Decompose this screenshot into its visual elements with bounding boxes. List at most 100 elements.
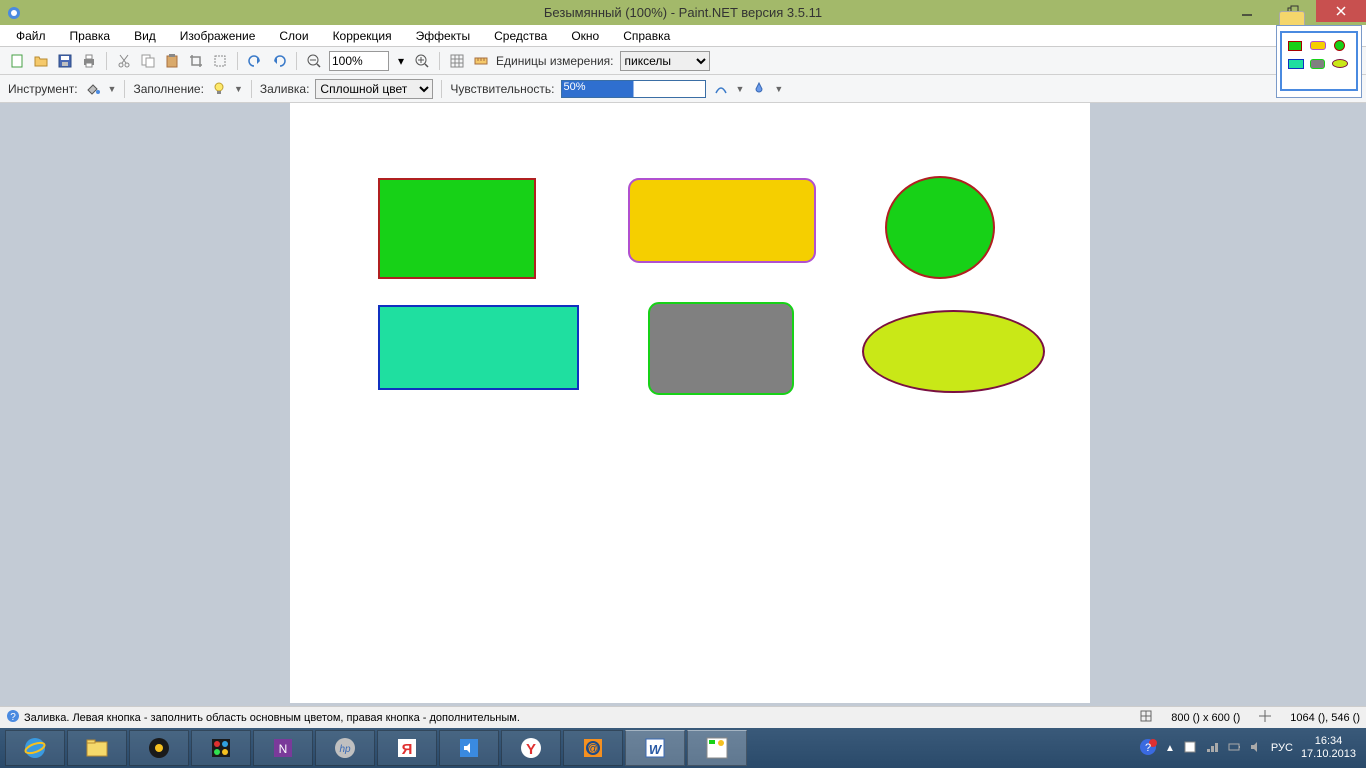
help-tray-icon[interactable]: ? [1139, 738, 1157, 759]
toolbar-separator [106, 52, 107, 70]
dims-icon [1139, 709, 1153, 726]
menu-tools[interactable]: Средства [484, 26, 557, 46]
volume-icon[interactable] [1249, 740, 1263, 757]
tolerance-slider[interactable]: 50% [561, 80, 706, 98]
svg-text:hp: hp [339, 744, 351, 755]
task-onenote[interactable]: N [253, 730, 313, 766]
svg-text:?: ? [10, 712, 16, 723]
sampling-dropdown-icon[interactable]: ▼ [234, 84, 243, 94]
tray-clock[interactable]: 16:34 17.10.2013 [1301, 735, 1356, 761]
tool-dropdown-icon[interactable]: ▼ [108, 84, 117, 94]
flag-icon[interactable] [1183, 740, 1197, 757]
toolbar-separator [441, 80, 442, 98]
menu-file[interactable]: Файл [6, 26, 56, 46]
print-icon[interactable] [80, 52, 98, 70]
deselect-icon[interactable] [211, 52, 229, 70]
copy-icon[interactable] [139, 52, 157, 70]
menu-layers[interactable]: Слои [269, 26, 318, 46]
sampling-label: Заполнение: [133, 82, 203, 96]
open-icon[interactable] [32, 52, 50, 70]
tray-date: 17.10.2013 [1301, 748, 1356, 761]
task-mail[interactable]: @ [563, 730, 623, 766]
layers-panel[interactable] [1276, 25, 1362, 98]
toolbar-separator [124, 80, 125, 98]
task-yandex-browser[interactable]: Y [501, 730, 561, 766]
fill-label: Заливка: [260, 82, 310, 96]
main-toolbar: ▾ Единицы измерения: пикселы [0, 47, 1366, 75]
task-hp[interactable]: hp [315, 730, 375, 766]
minimize-button[interactable] [1224, 0, 1270, 22]
layer-thumbnail[interactable] [1280, 31, 1358, 91]
units-select[interactable]: пикселы [620, 51, 710, 71]
svg-text:?: ? [1145, 742, 1151, 754]
help-icon: ? [6, 709, 20, 726]
window-title: Безымянный (100%) - Paint.NET версия 3.5… [544, 5, 822, 20]
zoom-out-icon[interactable] [305, 52, 323, 70]
ruler-icon[interactable] [472, 52, 490, 70]
zoom-input[interactable] [329, 51, 389, 71]
task-media[interactable] [129, 730, 189, 766]
left-gutter [0, 103, 290, 706]
crop-icon[interactable] [187, 52, 205, 70]
status-cursor: 1064 (), 546 () [1290, 712, 1360, 724]
menu-adjustments[interactable]: Коррекция [323, 26, 402, 46]
blend-icon[interactable] [750, 80, 768, 98]
menubar: Файл Правка Вид Изображение Слои Коррекц… [0, 25, 1366, 47]
language-indicator[interactable]: РУС [1271, 742, 1293, 754]
units-label: Единицы измерения: [496, 54, 614, 68]
menu-help[interactable]: Справка [613, 26, 680, 46]
shape-lime-ellipse [862, 310, 1045, 393]
task-yandex[interactable]: Я [377, 730, 437, 766]
titlebar: Безымянный (100%) - Paint.NET версия 3.5… [0, 0, 1366, 25]
undo-icon[interactable] [246, 52, 264, 70]
aa-dropdown-icon[interactable]: ▼ [736, 84, 745, 94]
menu-image[interactable]: Изображение [170, 26, 266, 46]
tool-label: Инструмент: [8, 82, 78, 96]
shape-yellow-rounded [628, 178, 816, 263]
menu-view[interactable]: Вид [124, 26, 166, 46]
workspace [0, 103, 1366, 706]
cursor-icon [1258, 709, 1272, 726]
tray-time: 16:34 [1301, 735, 1356, 748]
canvas[interactable] [290, 103, 1090, 703]
close-button[interactable] [1316, 0, 1366, 22]
cut-icon[interactable] [115, 52, 133, 70]
new-icon[interactable] [8, 52, 26, 70]
lightbulb-icon[interactable] [210, 80, 228, 98]
grid-icon[interactable] [448, 52, 466, 70]
fill-select[interactable]: Сплошной цвет [315, 79, 433, 99]
task-paintnet[interactable] [687, 730, 747, 766]
right-gutter [1090, 103, 1366, 706]
blend-dropdown-icon[interactable]: ▼ [774, 84, 783, 94]
paste-icon[interactable] [163, 52, 181, 70]
svg-text:Я: Я [402, 741, 413, 758]
chevron-up-icon[interactable]: ▲ [1165, 743, 1175, 754]
zoom-in-icon[interactable] [413, 52, 431, 70]
battery-icon[interactable] [1227, 740, 1241, 757]
redo-icon[interactable] [270, 52, 288, 70]
network-icon[interactable] [1205, 740, 1219, 757]
zoom-dropdown-icon[interactable]: ▾ [395, 52, 407, 70]
shape-gray-rounded [648, 302, 794, 395]
tool-options-bar: Инструмент: ▼ Заполнение: ▼ Заливка: Спл… [0, 75, 1366, 103]
menu-effects[interactable]: Эффекты [406, 26, 481, 46]
app-icon [6, 5, 22, 21]
save-icon[interactable] [56, 52, 74, 70]
task-speaker[interactable] [439, 730, 499, 766]
shape-green-rect [378, 178, 536, 279]
tolerance-value: 50% [564, 81, 586, 93]
menu-window[interactable]: Окно [561, 26, 609, 46]
antialias-icon[interactable] [712, 80, 730, 98]
layers-tab[interactable] [1279, 11, 1305, 25]
paint-bucket-icon[interactable] [84, 80, 102, 98]
shape-green-circle [885, 176, 995, 279]
status-hint: Заливка. Левая кнопка - заполнить област… [24, 712, 520, 724]
task-word[interactable]: W [625, 730, 685, 766]
system-tray: ? ▲ РУС 16:34 17.10.2013 [1139, 735, 1362, 761]
task-ie[interactable] [5, 730, 65, 766]
menu-edit[interactable]: Правка [60, 26, 121, 46]
task-explorer[interactable] [67, 730, 127, 766]
shape-teal-rect [378, 305, 579, 390]
statusbar: ? Заливка. Левая кнопка - заполнить обла… [0, 706, 1366, 728]
task-puzzle[interactable] [191, 730, 251, 766]
